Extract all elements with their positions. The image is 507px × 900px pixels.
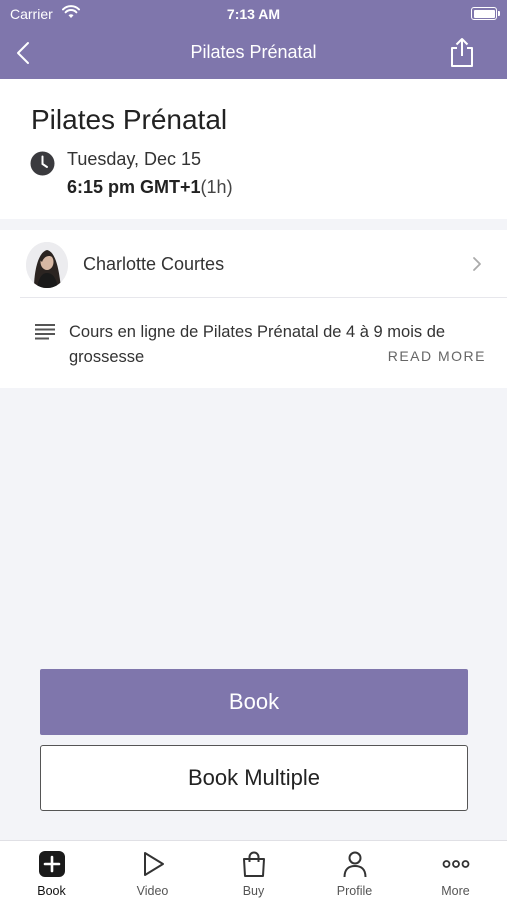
avatar-image — [26, 242, 68, 288]
class-time-line: 6:15 pm GMT+1(1h) — [67, 177, 233, 198]
tab-label: Video — [136, 884, 169, 898]
tab-label: Profile — [336, 884, 373, 898]
status-bar: Carrier 7:13 AM — [0, 0, 507, 28]
chevron-right-icon — [473, 257, 481, 271]
person-icon — [343, 851, 366, 878]
book-multiple-button[interactable]: Book Multiple — [40, 745, 468, 811]
text-lines-icon — [35, 324, 55, 340]
battery-icon — [471, 7, 500, 20]
class-header-card: Pilates Prénatal Tuesday, Dec 15 6:15 pm… — [0, 79, 507, 219]
tab-label: More — [441, 884, 470, 898]
share-button[interactable] — [447, 36, 477, 68]
class-title: Pilates Prénatal — [31, 104, 228, 135]
tab-book[interactable]: Book — [1, 841, 102, 900]
class-duration: (1h) — [200, 177, 233, 197]
battery-fill — [473, 9, 495, 18]
tab-more[interactable]: More — [405, 841, 506, 900]
read-more-link[interactable]: READ MORE — [388, 348, 486, 364]
instructor-avatar — [26, 242, 68, 288]
tab-profile[interactable]: Profile — [304, 841, 405, 900]
instructor-name: Charlotte Courtes — [83, 254, 225, 274]
status-time: 7:13 AM — [226, 6, 281, 22]
plus-square-icon — [38, 851, 65, 877]
tab-buy[interactable]: Buy — [203, 841, 304, 900]
instructor-row[interactable]: Charlotte Courtes — [20, 230, 507, 298]
tab-bar: Book Video Buy Profile More — [0, 840, 507, 900]
tab-label: Book — [37, 884, 66, 898]
play-icon — [143, 852, 164, 876]
clock-icon — [30, 151, 55, 176]
class-date: Tuesday, Dec 15 — [67, 149, 202, 169]
bag-icon — [242, 851, 265, 877]
tab-video[interactable]: Video — [102, 841, 203, 900]
class-info-card: Charlotte Courtes Cours en ligne de Pila… — [0, 230, 507, 388]
nav-bar: Pilates Prénatal — [0, 28, 507, 79]
class-time: 6:15 pm GMT+1 — [67, 177, 201, 197]
ellipsis-icon — [442, 860, 469, 868]
book-button[interactable]: Book — [40, 669, 468, 735]
top-bar: Carrier 7:13 AM Pilates Prénatal — [0, 0, 507, 79]
tab-label: Buy — [242, 884, 265, 898]
nav-title: Pilates Prénatal — [190, 42, 317, 62]
